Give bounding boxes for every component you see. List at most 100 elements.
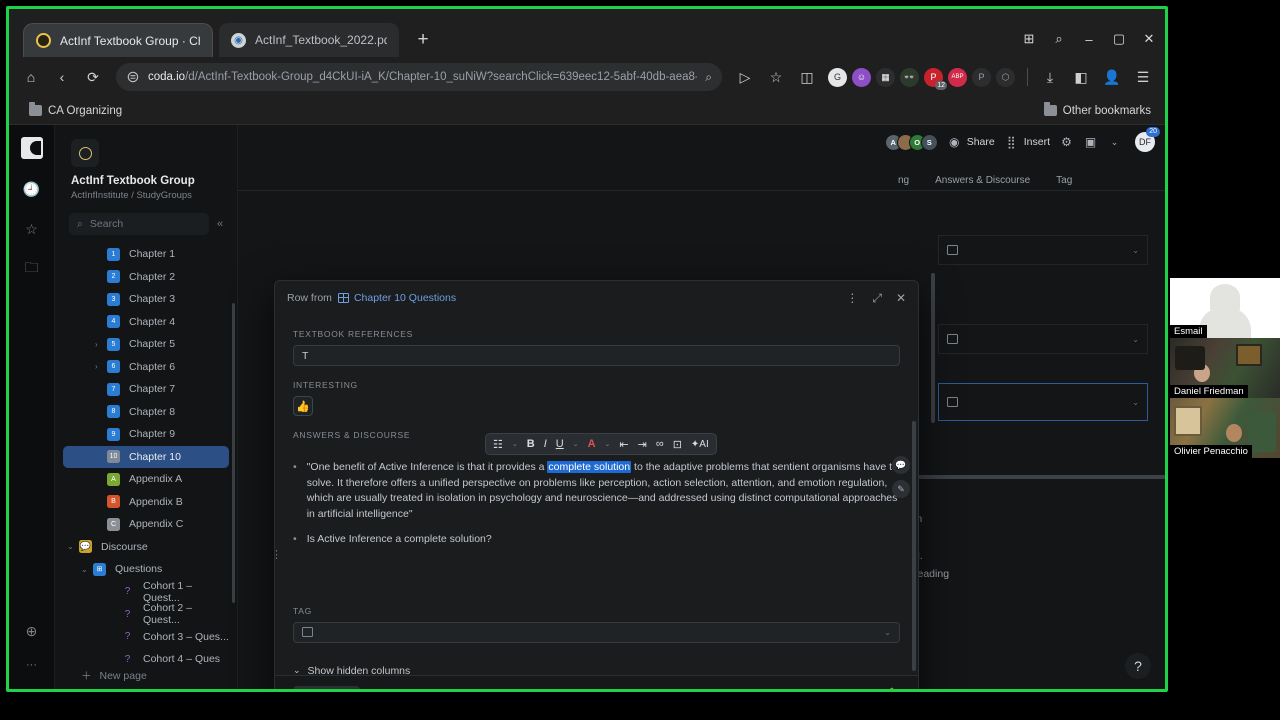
new-tab-button[interactable]: +	[409, 26, 437, 54]
profile-icon[interactable]: 👤	[1098, 63, 1126, 91]
highlight-pen-icon[interactable]: ✎	[892, 480, 910, 498]
send-icon[interactable]: ▷	[731, 63, 759, 91]
sidebar-item-appendix-c[interactable]: C Appendix C	[63, 513, 229, 536]
answers-discourse-editor[interactable]: ⋮ • "One benefit of Active Inference is …	[275, 460, 900, 561]
close-icon[interactable]: ✕	[896, 291, 906, 305]
column-header[interactable]: Answers & Discourse	[935, 175, 1030, 186]
sidebar-item-chapter-4[interactable]: 4 Chapter 4	[63, 311, 229, 334]
expand-icon[interactable]: ⤢	[872, 291, 882, 306]
puzzle-extension-icon[interactable]: ⬡	[996, 67, 1016, 87]
ai-icon[interactable]: ✦AI	[691, 439, 709, 450]
sidebar-item-chapter-5[interactable]: › 5 Chapter 5	[63, 333, 229, 356]
insert-object-icon[interactable]: ⊡	[673, 438, 682, 451]
comment-icon[interactable]: ▣	[1083, 135, 1098, 150]
underline-dropdown-icon[interactable]: ⌄	[573, 440, 579, 448]
table-row[interactable]: ⌄	[938, 324, 1148, 354]
chevron-down-icon[interactable]: ⌄	[1132, 335, 1139, 344]
sidebar-scrollbar[interactable]	[232, 303, 235, 603]
new-doc-icon[interactable]: ⊕	[22, 621, 42, 641]
search-icon[interactable]: ⌕	[705, 70, 712, 85]
apps-grid-extension-icon[interactable]: ▦	[876, 67, 896, 87]
share-button[interactable]: ◉ Share	[947, 135, 995, 150]
table-horizontal-scrollbar[interactable]	[908, 475, 1165, 479]
tab-comments[interactable]: Comments	[293, 686, 360, 689]
modal-scrollbar[interactable]	[912, 421, 916, 671]
grammarly-extension-icon[interactable]: G	[828, 67, 848, 87]
avatar[interactable]: DF 20	[1135, 127, 1160, 152]
coda-logo-icon[interactable]	[20, 137, 43, 159]
bold-icon[interactable]: B	[527, 438, 535, 450]
column-header[interactable]: ng	[898, 175, 909, 186]
table-row[interactable]: ⌄	[938, 383, 1148, 421]
glasses-extension-icon[interactable]: 👓	[900, 67, 920, 87]
sidebar-item-questions[interactable]: ⌄ ⊞ Questions	[63, 558, 229, 581]
cast-icon[interactable]: ⊞	[1021, 31, 1037, 47]
sidebar-item-appendix-b[interactable]: B Appendix B	[63, 491, 229, 514]
download-icon[interactable]: ⤓	[1036, 63, 1064, 91]
pinterest-extension-icon[interactable]: P 12	[924, 67, 948, 90]
sidebar-item-chapter-7[interactable]: 7 Chapter 7	[63, 378, 229, 401]
home-icon[interactable]: ⌂	[17, 63, 45, 91]
video-tile-daniel-friedman[interactable]: Daniel Friedman	[1170, 338, 1280, 398]
link-icon[interactable]: ∞	[656, 438, 664, 450]
purple-extension-icon[interactable]: ☺	[852, 67, 872, 87]
site-settings-icon[interactable]: ⊜	[126, 69, 140, 86]
new-page-button[interactable]: ＋ New page	[55, 668, 237, 683]
split-view-icon[interactable]: ◫	[793, 63, 821, 91]
chevron-down-icon[interactable]: ⌄	[1107, 135, 1122, 150]
chevron-down-icon[interactable]: ⌄	[884, 628, 891, 637]
sidebar-item-cohort-1-quest[interactable]: ? Cohort 1 – Quest...	[63, 580, 229, 604]
video-tile-olivier-penacchio[interactable]: Olivier Penacchio	[1170, 398, 1280, 458]
chevron-down-icon[interactable]: ⌄	[1132, 246, 1139, 255]
column-header[interactable]: Tag	[1056, 175, 1072, 186]
back-button-icon[interactable]: ‹	[48, 63, 76, 91]
expand-caret-icon[interactable]: ›	[95, 340, 98, 349]
sidebar-item-chapter-8[interactable]: 8 Chapter 8	[63, 401, 229, 424]
folders-icon[interactable]: 🗀	[22, 259, 42, 279]
gear-icon[interactable]: ⚙	[1059, 135, 1074, 150]
table-vertical-scrollbar[interactable]	[931, 273, 935, 423]
recents-icon[interactable]: 🕘	[22, 179, 42, 199]
list-item[interactable]: • Is Active Inference a complete solutio…	[293, 532, 900, 548]
bell-icon[interactable]: 🔔	[884, 687, 900, 689]
tab-activity[interactable]: Activity	[366, 686, 415, 689]
address-bar[interactable]: ⊜ coda.io/d/ActInf-Textbook-Group_d4CkUI…	[116, 63, 723, 91]
minimize-button[interactable]: –	[1081, 31, 1097, 47]
drag-handle[interactable]: ⋮	[275, 548, 283, 561]
star-icon[interactable]: ☆	[762, 63, 790, 91]
side-panel-icon[interactable]: ◧	[1067, 63, 1095, 91]
outdent-icon[interactable]: ⇤	[619, 438, 628, 451]
indent-icon[interactable]: ⇥	[638, 438, 647, 451]
sidebar-item-chapter-2[interactable]: 2 Chapter 2	[63, 266, 229, 289]
bookmark-ca-organizing[interactable]: CA Organizing	[23, 102, 128, 119]
sidebar-item-chapter-3[interactable]: 3 Chapter 3	[63, 288, 229, 311]
text-color-icon[interactable]: A	[588, 438, 596, 450]
search-input[interactable]: ⌕ Search	[69, 213, 209, 235]
show-hidden-columns-button[interactable]: ⌄ Show hidden columns	[293, 665, 900, 676]
collapse-sidebar-button[interactable]: «	[213, 218, 227, 230]
table-link[interactable]: Chapter 10 Questions	[337, 292, 456, 304]
p-extension-icon[interactable]: P	[972, 67, 992, 87]
sidebar-item-chapter-1[interactable]: 1 Chapter 1	[63, 243, 229, 266]
expand-caret-icon[interactable]: ⌄	[81, 565, 88, 574]
kebab-menu-icon[interactable]: ⋮	[846, 291, 858, 305]
expand-caret-icon[interactable]: ⌄	[67, 542, 74, 551]
adblock-extension-icon[interactable]: ABP	[948, 67, 968, 87]
expand-caret-icon[interactable]: ›	[95, 362, 98, 371]
sidebar-item-appendix-a[interactable]: A Appendix A	[63, 468, 229, 491]
sidebar-item-chapter-6[interactable]: › 6 Chapter 6	[63, 356, 229, 379]
more-icon[interactable]: ···	[22, 655, 42, 675]
textbook-references-input[interactable]: T	[293, 345, 900, 366]
avatar[interactable]: S	[920, 133, 938, 151]
starred-icon[interactable]: ☆	[22, 219, 42, 239]
sidebar-item-discourse[interactable]: ⌄ 💬 Discourse	[63, 536, 229, 559]
table-row[interactable]: ⌄	[938, 235, 1148, 265]
other-bookmarks-label[interactable]: Other bookmarks	[1063, 105, 1151, 117]
sidebar-item-cohort-2-quest[interactable]: ? Cohort 2 – Quest...	[63, 602, 229, 626]
sidebar-item-cohort-3-ques[interactable]: ? Cohort 3 – Ques...	[63, 626, 229, 649]
tab-actinf-textbook-pdf[interactable]: ◉ ActInf_Textbook_2022.pdf	[219, 23, 399, 57]
color-dropdown-icon[interactable]: ⌄	[605, 440, 611, 448]
sidebar-item-chapter-9[interactable]: 9 Chapter 9	[63, 423, 229, 446]
chevron-down-icon[interactable]: ⌄	[1132, 398, 1139, 407]
underline-icon[interactable]: U	[556, 438, 564, 450]
